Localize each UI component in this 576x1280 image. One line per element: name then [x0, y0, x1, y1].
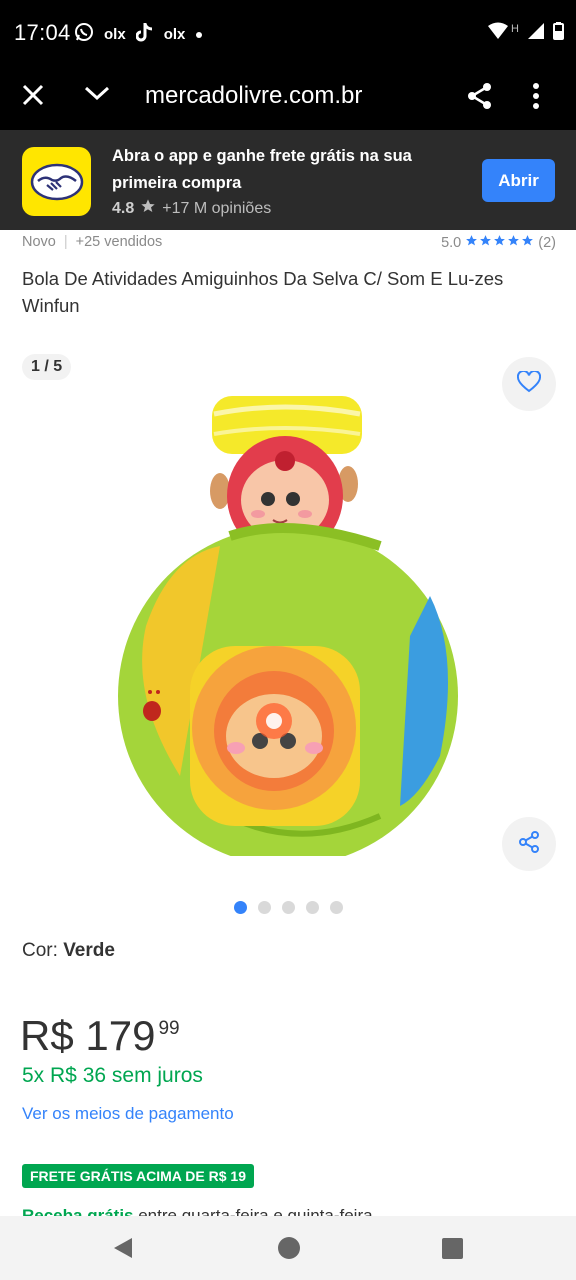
share-icon	[517, 830, 541, 859]
system-icons: H	[487, 22, 564, 45]
payment-methods-link[interactable]: Ver os meios de pagamento	[22, 1104, 234, 1124]
signal-icon	[527, 22, 545, 45]
system-nav-bar	[0, 1216, 576, 1280]
carousel-pagination[interactable]	[234, 901, 343, 914]
more-notifications-dot-icon	[195, 26, 203, 43]
condition-label: Novo	[22, 234, 56, 250]
open-app-button[interactable]: Abrir	[482, 159, 555, 202]
heart-icon	[516, 369, 542, 398]
star-icon	[479, 234, 492, 251]
installments-text: 5x R$ 36 sem juros	[22, 1064, 203, 1087]
tiktok-icon	[135, 22, 154, 46]
url-text[interactable]: mercadolivre.com.br	[145, 82, 362, 110]
status-time: 17:04	[14, 20, 71, 45]
app-rating: 4.8 +17 M opiniões	[112, 198, 271, 219]
sold-count: +25 vendidos	[75, 234, 163, 250]
star-icon	[507, 234, 520, 251]
star-icon	[465, 234, 478, 251]
status-bar: 17:04 olx olx H	[0, 0, 576, 66]
color-label: Cor:	[22, 940, 58, 961]
browser-toolbar: mercadolivre.com.br	[0, 66, 576, 130]
rating-value: 5.0	[441, 234, 462, 251]
olx-icon: olx	[104, 25, 126, 43]
star-icon	[493, 234, 506, 251]
carousel-dot[interactable]	[330, 901, 343, 914]
app-install-banner: Abra o app e ganhe frete grátis na sua p…	[0, 130, 576, 230]
carousel-dot[interactable]	[258, 901, 271, 914]
carousel-dot[interactable]	[234, 901, 247, 914]
carousel-dot[interactable]	[306, 901, 319, 914]
free-shipping-badge: FRETE GRÁTIS ACIMA DE R$ 19	[22, 1164, 254, 1188]
carousel-dot[interactable]	[282, 901, 295, 914]
product-title: Bola De Atividades Amiguinhos Da Selva C…	[22, 268, 504, 316]
star-icon	[140, 198, 156, 219]
app-review-count: +17 M opiniões	[162, 199, 272, 217]
battery-icon	[553, 22, 564, 45]
color-value: Verde	[63, 940, 115, 961]
product-rating[interactable]: 5.0 (2)	[441, 234, 556, 251]
star-icon	[521, 234, 534, 251]
favorite-button[interactable]	[502, 357, 556, 411]
network-type-label: H	[511, 22, 519, 35]
mercadolivre-logo	[22, 147, 91, 216]
whatsapp-icon	[74, 22, 94, 46]
image-counter: 1 / 5	[22, 354, 72, 380]
olx-icon-2: olx	[163, 25, 186, 43]
home-icon[interactable]	[277, 1236, 301, 1265]
more-options-icon[interactable]	[532, 82, 540, 115]
share-product-button[interactable]	[502, 817, 556, 871]
wifi-icon	[487, 22, 509, 45]
divider: |	[63, 234, 68, 250]
app-rating-value: 4.8	[112, 199, 135, 217]
rating-stars	[465, 234, 534, 251]
banner-message: Abra o app e ganhe frete grátis na sua p…	[112, 147, 412, 192]
price-amount: R$ 179	[20, 1012, 156, 1059]
notification-icons: olx olx	[74, 22, 203, 46]
chevron-down-icon[interactable]	[84, 84, 110, 107]
recents-icon[interactable]	[442, 1238, 463, 1264]
close-tab-icon[interactable]	[22, 84, 44, 111]
share-icon[interactable]	[466, 82, 494, 115]
product-image[interactable]	[110, 376, 470, 866]
product-status: Novo | +25 vendidos	[22, 234, 162, 250]
review-count: (2)	[538, 234, 556, 251]
color-selector[interactable]: Cor: Verde	[22, 940, 115, 962]
price-cents: 99	[158, 1018, 180, 1039]
back-icon[interactable]	[112, 1236, 134, 1265]
price: R$ 179 99	[20, 1012, 180, 1060]
